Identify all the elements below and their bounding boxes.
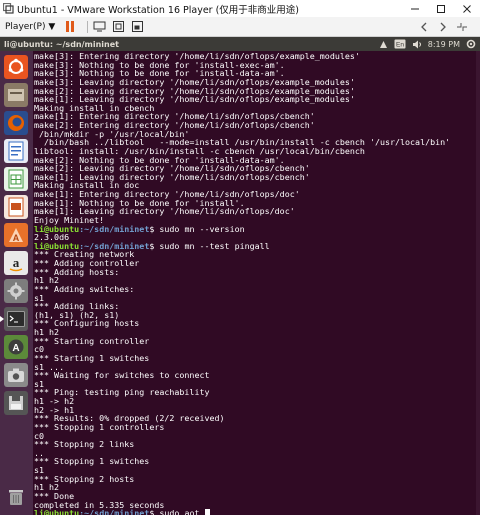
files-icon[interactable]: [4, 83, 28, 107]
output-text: *** Stopping 1 controllers: [34, 421, 165, 432]
terminal-output-line: *** Adding switches:: [34, 285, 480, 294]
keyboard-en-icon[interactable]: En: [394, 39, 406, 49]
amazon-icon[interactable]: a: [4, 251, 28, 275]
terminal-output-line: *** Starting controller: [34, 335, 480, 346]
svg-text:a: a: [13, 255, 20, 270]
prompt-path: :~/sdn/mininet: [79, 223, 150, 234]
network-icon[interactable]: [379, 40, 388, 49]
fullscreen-icon[interactable]: [112, 20, 125, 33]
maximize-button[interactable]: [428, 0, 454, 17]
libreoffice-impress-icon[interactable]: [4, 195, 28, 219]
terminal-output-line: *** Stopping 1 controllers: [34, 423, 480, 432]
terminal-cursor: [204, 509, 210, 515]
ubuntu-top-panel: li@ubuntu: ~/sdn/mininet En 8:19 PM: [0, 37, 480, 51]
screenshot-icon[interactable]: [4, 363, 28, 387]
terminal-output: make[3]: Entering directory '/home/li/sd…: [33, 51, 480, 515]
libreoffice-calc-icon[interactable]: [4, 167, 28, 191]
prompt-user-host: li@ubuntu: [34, 508, 80, 515]
vmware-logo-icon: [2, 2, 14, 14]
svg-text:A: A: [13, 233, 20, 243]
svg-text:A: A: [12, 343, 19, 354]
trash-icon[interactable]: [4, 485, 28, 509]
command-text: sudo mn --version: [154, 223, 245, 234]
terminal-output-line: *** Ping: testing ping reachability: [34, 388, 480, 397]
output-text: *** Stopping 1 switches: [34, 456, 150, 467]
firefox-icon[interactable]: [4, 111, 28, 135]
keyboard-label: En: [396, 42, 404, 49]
terminal-output-line: h1 -> h2: [34, 397, 480, 406]
unity-launcher: A a A: [0, 51, 33, 515]
send-ctrl-alt-del-icon[interactable]: [93, 20, 106, 33]
terminal-output-line: *** Stopping 2 hosts: [34, 474, 480, 484]
terminal-output-line: *** Starting 1 switches: [34, 354, 480, 363]
terminal-output-line: h1 h2: [34, 483, 480, 492]
prompt-path: :~/sdn/mininet: [79, 508, 150, 515]
terminal-output-line: *** Stopping 2 links: [34, 440, 480, 449]
output-text: *** Starting controller: [34, 335, 150, 346]
unity-icon[interactable]: [131, 20, 144, 33]
toolbar-separator: [87, 20, 89, 33]
ubuntu-software-icon[interactable]: A: [4, 223, 28, 247]
power-gear-icon[interactable]: [466, 39, 476, 49]
terminal-output-line: *** Configuring hosts: [34, 319, 480, 328]
system-settings-icon[interactable]: [4, 279, 28, 303]
window-title: Ubuntu1 - VMware Workstation 16 Player (…: [17, 4, 300, 16]
back-icon[interactable]: [417, 20, 430, 33]
terminal-output-line: *** Adding hosts:: [34, 267, 480, 277]
player-menu[interactable]: Player(P) ▼: [5, 22, 55, 32]
terminal-window[interactable]: make[3]: Entering directory '/home/li/sd…: [33, 51, 480, 515]
terminal-output-line: *** Waiting for switches to connect: [34, 371, 480, 380]
panel-clock[interactable]: 8:19 PM: [428, 40, 460, 49]
output-text: *** Adding switches:: [34, 283, 135, 294]
ubuntu-dash-icon[interactable]: [4, 55, 28, 79]
pause-icon[interactable]: [63, 20, 76, 33]
command-text: sudo aot: [154, 508, 200, 515]
floppy-icon[interactable]: [4, 391, 28, 415]
volume-icon[interactable]: [412, 40, 422, 49]
vmware-toolbar: Player(P) ▼: [0, 17, 480, 37]
software-updater-icon[interactable]: A: [4, 335, 28, 359]
minimize-button[interactable]: [402, 0, 428, 17]
terminal-command-line: li@ubuntu:~/sdn/mininet$ sudo aot: [34, 509, 480, 515]
output-text: *** Stopping 2 links: [34, 439, 135, 450]
terminal-scrollbar[interactable]: [476, 51, 480, 515]
close-button[interactable]: [454, 0, 480, 17]
command-text: sudo mn --test pingall: [154, 240, 270, 251]
collapse-icon[interactable]: [455, 20, 468, 33]
forward-icon[interactable]: [436, 20, 449, 33]
output-text: *** Waiting for switches to connect: [34, 370, 210, 381]
terminal-command-line: li@ubuntu:~/sdn/mininet$ sudo mn --versi…: [34, 223, 480, 234]
vmware-title-bar: Ubuntu1 - VMware Workstation 16 Player (…: [0, 0, 480, 17]
panel-window-title: li@ubuntu: ~/sdn/mininet: [4, 39, 119, 49]
terminal-icon[interactable]: [0, 307, 28, 331]
terminal-output-line: *** Stopping 1 switches: [34, 457, 480, 466]
libreoffice-writer-icon[interactable]: [4, 139, 28, 163]
